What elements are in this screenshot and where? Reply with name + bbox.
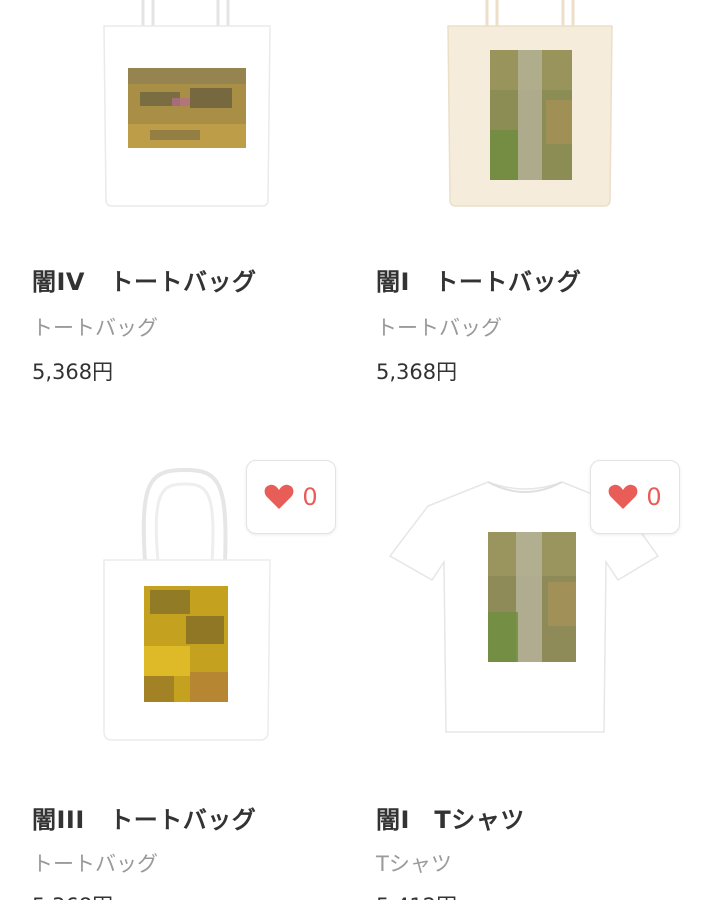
product-price: 5,412円 bbox=[376, 890, 457, 900]
product-price: 5,368円 bbox=[32, 890, 113, 900]
product-card[interactable]: 闇IV トートバッグ トートバッグ 5,368円 bbox=[0, 0, 330, 384]
product-category: Tシャツ bbox=[376, 852, 452, 876]
product-card[interactable]: 0 闇III トートバッグ トートバッグ 5,368円 bbox=[0, 440, 336, 900]
product-title[interactable]: 闇I Tシャツ bbox=[376, 800, 525, 835]
product-image-natural-tote[interactable] bbox=[360, 0, 690, 240]
like-button[interactable]: 0 bbox=[246, 460, 336, 534]
product-image-tote-yellow[interactable]: 0 bbox=[0, 440, 336, 770]
heart-icon bbox=[264, 484, 294, 510]
product-image-white-tote[interactable] bbox=[0, 0, 330, 240]
product-title[interactable]: 闇I トートバッグ bbox=[376, 262, 581, 297]
product-price: 5,368円 bbox=[32, 360, 114, 384]
product-image-tshirt[interactable]: 0 bbox=[360, 440, 690, 770]
like-button[interactable]: 0 bbox=[590, 460, 680, 534]
product-category: トートバッグ bbox=[32, 316, 158, 340]
product-card[interactable]: 0 闇I Tシャツ Tシャツ 5,412円 bbox=[360, 440, 690, 900]
product-category: トートバッグ bbox=[376, 316, 502, 340]
product-price: 5,368円 bbox=[376, 360, 458, 384]
product-category: トートバッグ bbox=[32, 852, 158, 876]
like-count: 0 bbox=[302, 483, 318, 511]
product-title[interactable]: 闇IV トートバッグ bbox=[32, 262, 257, 297]
product-card[interactable]: 闇I トートバッグ トートバッグ 5,368円 bbox=[360, 0, 690, 384]
heart-icon bbox=[608, 484, 638, 510]
like-count: 0 bbox=[646, 483, 662, 511]
product-grid: 闇IV トートバッグ トートバッグ 5,368円 闇I トートバッグ トートバッ… bbox=[0, 0, 720, 900]
product-title[interactable]: 闇III トートバッグ bbox=[32, 800, 256, 835]
